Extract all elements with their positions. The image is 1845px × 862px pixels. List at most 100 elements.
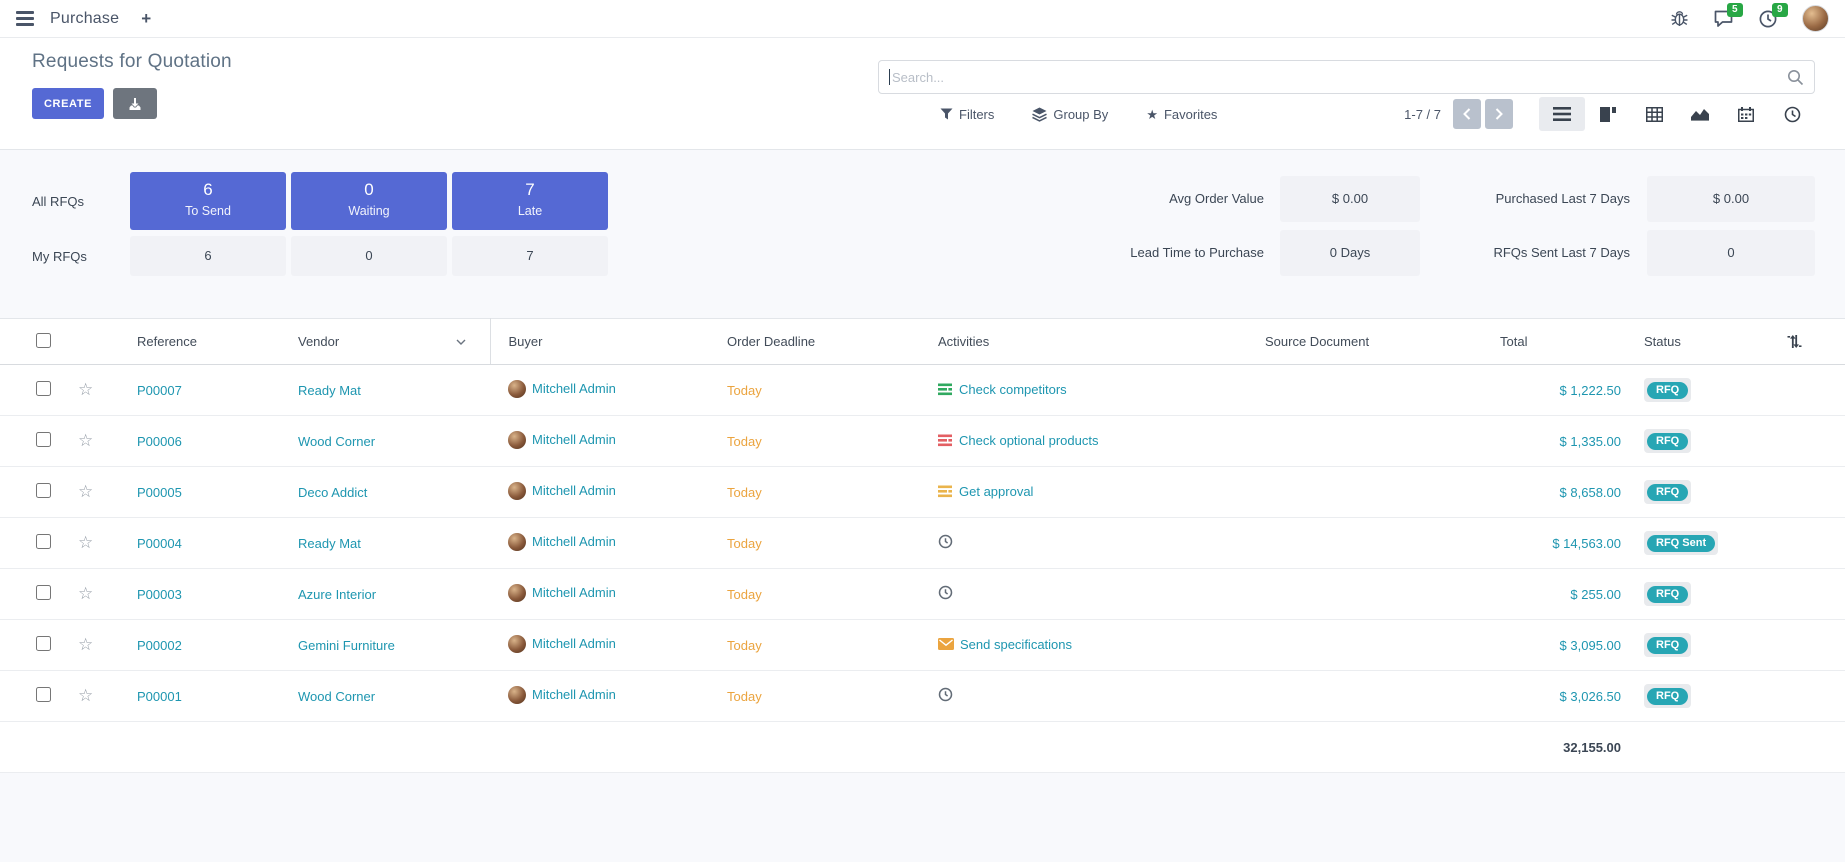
stat-late[interactable]: 7 Late	[452, 172, 608, 230]
view-pivot-button[interactable]	[1631, 97, 1677, 131]
favorite-star-icon[interactable]: ☆	[78, 686, 93, 705]
activity-label: Check optional products	[959, 433, 1098, 448]
text-caret	[889, 69, 890, 85]
view-activity-button[interactable]	[1769, 97, 1815, 131]
table-row[interactable]: ☆ P00006 Wood Corner Mitchell Admin Toda…	[0, 416, 1845, 467]
reference-link: P00005	[137, 485, 182, 500]
my-rfqs-label: My RFQs	[32, 249, 87, 264]
table-row[interactable]: ☆ P00005 Deco Addict Mitchell Admin Toda…	[0, 467, 1845, 518]
activity-cell[interactable]	[938, 534, 959, 549]
view-switcher	[1539, 97, 1815, 131]
messages-count-badge: 5	[1727, 3, 1743, 17]
column-header-activities[interactable]: Activities	[920, 319, 1248, 365]
vendor-link: Azure Interior	[298, 587, 376, 602]
favorites-button[interactable]: ★ Favorites	[1146, 107, 1217, 122]
messages-icon[interactable]: 5	[1713, 9, 1734, 28]
reference-link: P00004	[137, 536, 182, 551]
column-header-buyer[interactable]: Buyer	[490, 319, 710, 365]
table-footer-row: 32,155.00	[0, 722, 1845, 773]
activity-cell[interactable]: Get approval	[938, 484, 1033, 499]
table-row[interactable]: ☆ P00007 Ready Mat Mitchell Admin Today …	[0, 365, 1845, 416]
apps-menu-icon[interactable]	[16, 11, 34, 26]
activity-cell[interactable]	[938, 585, 959, 600]
activities-clock-icon[interactable]: 9	[1758, 9, 1778, 29]
debug-bug-icon[interactable]	[1670, 10, 1689, 27]
pager-previous-button[interactable]	[1453, 99, 1481, 129]
view-list-button[interactable]	[1539, 97, 1585, 131]
optional-columns-button[interactable]	[1770, 319, 1845, 365]
stat-my-waiting[interactable]: 0	[291, 236, 447, 276]
download-icon	[128, 97, 142, 111]
activity-cell[interactable]: Send specifications	[938, 637, 1072, 652]
row-checkbox[interactable]	[36, 483, 51, 498]
favorite-star-icon[interactable]: ☆	[78, 482, 93, 501]
pager-next-button[interactable]	[1485, 99, 1513, 129]
column-header-source-document[interactable]: Source Document	[1248, 319, 1500, 365]
buyer-avatar	[508, 533, 526, 551]
favorite-star-icon[interactable]: ☆	[78, 584, 93, 603]
total-amount: $ 3,026.50	[1560, 689, 1621, 704]
export-button[interactable]	[113, 88, 157, 119]
total-amount: $ 1,335.00	[1560, 434, 1621, 449]
optional-columns-icon	[1787, 334, 1802, 349]
row-checkbox[interactable]	[36, 585, 51, 600]
source-document-cell	[1248, 569, 1500, 620]
stat-waiting-label: Waiting	[291, 204, 447, 218]
status-badge: RFQ	[1644, 378, 1691, 402]
row-checkbox[interactable]	[36, 381, 51, 396]
column-header-status[interactable]: Status	[1631, 319, 1770, 365]
reference-link: P00007	[137, 383, 182, 398]
status-badge: RFQ	[1644, 429, 1691, 453]
favorite-star-icon[interactable]: ☆	[78, 380, 93, 399]
user-avatar[interactable]	[1802, 5, 1829, 32]
activity-clock-icon	[938, 687, 953, 702]
status-badge-label: RFQ	[1647, 586, 1688, 603]
row-checkbox[interactable]	[36, 432, 51, 447]
pivot-view-icon	[1646, 107, 1663, 122]
create-button[interactable]: CREATE	[32, 88, 104, 119]
group-by-button[interactable]: Group By	[1032, 107, 1108, 122]
status-badge: RFQ	[1644, 633, 1691, 657]
stat-waiting[interactable]: 0 Waiting	[291, 172, 447, 230]
buyer-avatar	[508, 431, 526, 449]
filters-button[interactable]: Filters	[940, 107, 994, 122]
status-badge: RFQ	[1644, 582, 1691, 606]
row-checkbox[interactable]	[36, 687, 51, 702]
stat-to-send-count: 6	[130, 180, 286, 200]
view-calendar-button[interactable]	[1723, 97, 1769, 131]
stat-my-to-send[interactable]: 6	[130, 236, 286, 276]
row-checkbox[interactable]	[36, 636, 51, 651]
activity-cell[interactable]: Check optional products	[938, 433, 1098, 448]
table-row[interactable]: ☆ P00004 Ready Mat Mitchell Admin Today …	[0, 518, 1845, 569]
status-badge-label: RFQ Sent	[1647, 535, 1715, 552]
activity-clock-icon	[938, 585, 953, 600]
app-name[interactable]: Purchase	[50, 10, 119, 28]
page-title: Requests for Quotation	[32, 51, 232, 73]
favorite-star-icon[interactable]: ☆	[78, 635, 93, 654]
row-checkbox[interactable]	[36, 534, 51, 549]
view-kanban-button[interactable]	[1585, 97, 1631, 131]
table-row[interactable]: ☆ P00001 Wood Corner Mitchell Admin Toda…	[0, 671, 1845, 722]
column-header-vendor[interactable]: Vendor	[280, 319, 490, 365]
select-all-checkbox[interactable]	[36, 333, 51, 348]
activity-cell[interactable]: Check competitors	[938, 382, 1067, 397]
column-header-total[interactable]: Total	[1500, 319, 1631, 365]
table-row[interactable]: ☆ P00003 Azure Interior Mitchell Admin T…	[0, 569, 1845, 620]
table-row[interactable]: ☆ P00002 Gemini Furniture Mitchell Admin…	[0, 620, 1845, 671]
search-input[interactable]	[892, 70, 1787, 85]
favorite-star-icon[interactable]: ☆	[78, 431, 93, 450]
source-document-cell	[1248, 620, 1500, 671]
vendor-link: Ready Mat	[298, 383, 361, 398]
buyer-name: Mitchell Admin	[532, 534, 616, 549]
stat-to-send[interactable]: 6 To Send	[130, 172, 286, 230]
activity-cell[interactable]	[938, 687, 959, 702]
view-graph-button[interactable]	[1677, 97, 1723, 131]
column-header-order-deadline[interactable]: Order Deadline	[710, 319, 920, 365]
new-tab-plus-icon[interactable]: +	[141, 9, 151, 29]
column-header-reference[interactable]: Reference	[114, 319, 280, 365]
stat-my-late[interactable]: 7	[452, 236, 608, 276]
activity-label: Send specifications	[960, 637, 1072, 652]
favorite-star-icon[interactable]: ☆	[78, 533, 93, 552]
vendor-link: Wood Corner	[298, 689, 375, 704]
activity-label: Get approval	[959, 484, 1033, 499]
